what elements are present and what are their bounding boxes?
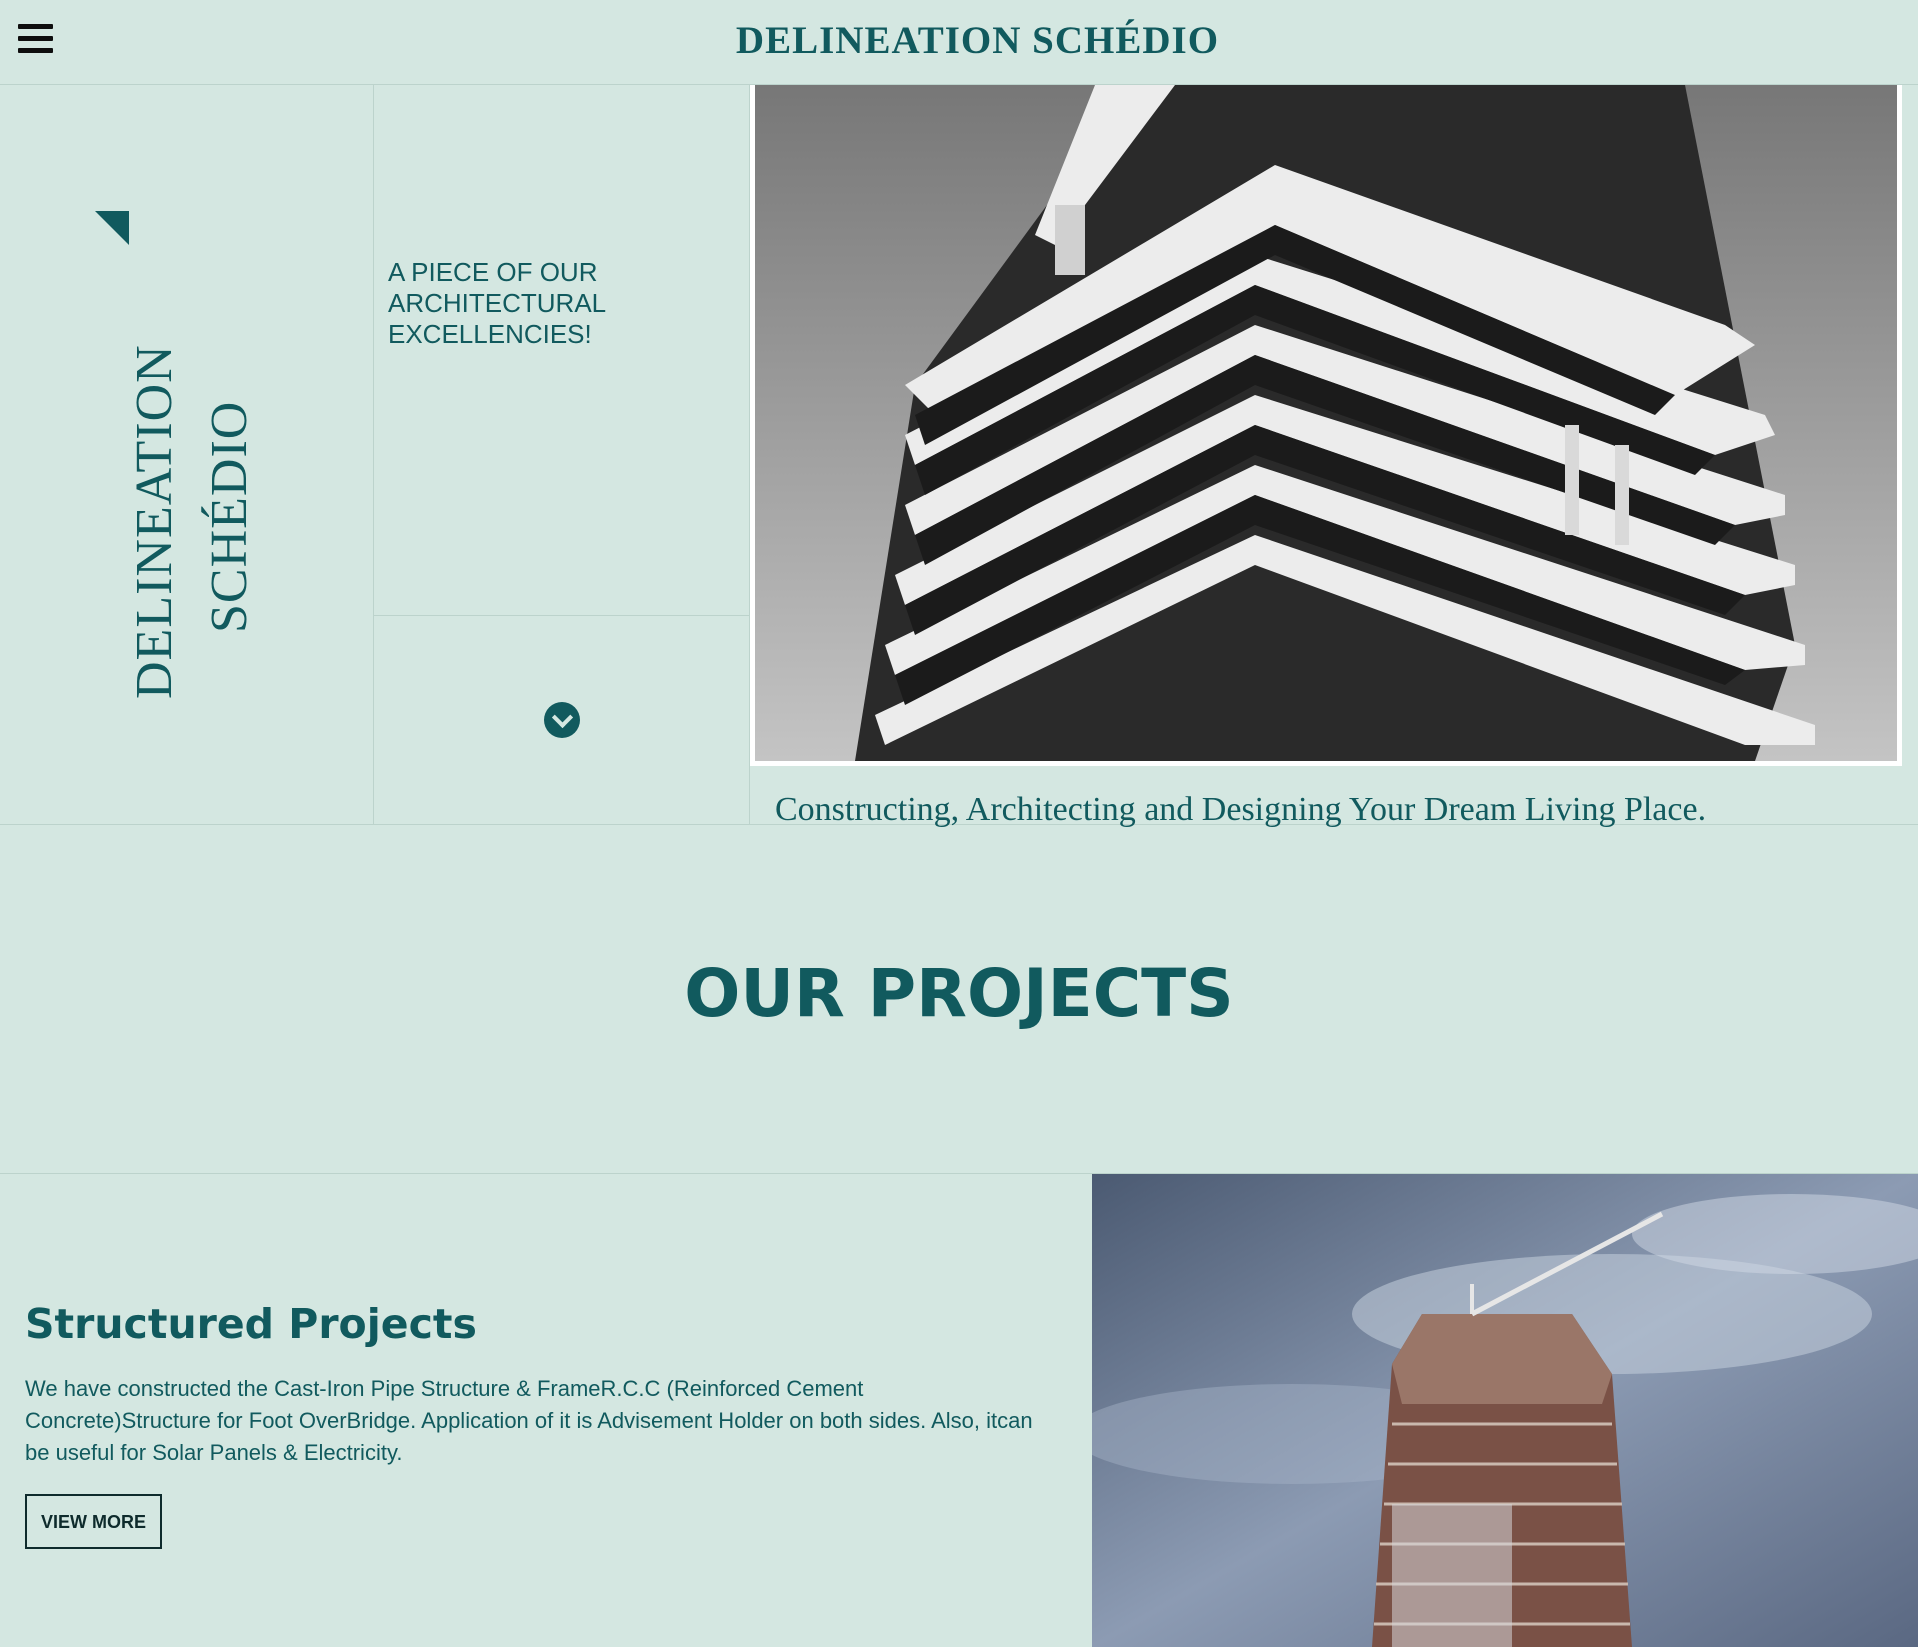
hero-image-panel: Constructing, Architecting and Designing… (750, 85, 1918, 828)
top-navbar: DELINEATION SCHÉDIO (0, 0, 1918, 85)
hero-section: DELINEATION SCHÉDIO A PIECE OF OUR ARCHI… (0, 85, 1918, 828)
site-title[interactable]: DELINEATION SCHÉDIO (0, 18, 1918, 63)
hero-tagline: A PIECE OF OUR ARCHITECTURAL EXCELLENCIE… (388, 257, 606, 349)
hero-tagline-panel: A PIECE OF OUR ARCHITECTURAL EXCELLENCIE… (374, 85, 750, 825)
project-description: We have constructed the Cast-Iron Pipe S… (25, 1376, 1033, 1465)
hero-caption: Constructing, Architecting and Designing… (775, 791, 1707, 828)
projects-heading: OUR PROJECTS (684, 955, 1234, 1032)
divider (374, 615, 750, 616)
vertical-logo: DELINEATION SCHÉDIO (95, 211, 265, 699)
logo-triangle-icon (95, 211, 129, 245)
project-construction-image (1092, 1174, 1918, 1647)
logo-word-delineation: DELINEATION (126, 344, 183, 699)
chevron-down-circle-icon[interactable] (544, 702, 580, 738)
logo-word-schedio: SCHÉDIO (201, 400, 258, 633)
project-text: Structured Projects We have constructed … (25, 1300, 1055, 1549)
hero-logo-panel: DELINEATION SCHÉDIO (0, 85, 374, 825)
hero-building-image (750, 85, 1902, 766)
project-title: Structured Projects (25, 1300, 477, 1348)
view-more-button[interactable]: VIEW MORE (25, 1494, 163, 1549)
page: DELINEATION SCHÉDIO DELINEATION SCHÉDIO … (0, 0, 1918, 1647)
